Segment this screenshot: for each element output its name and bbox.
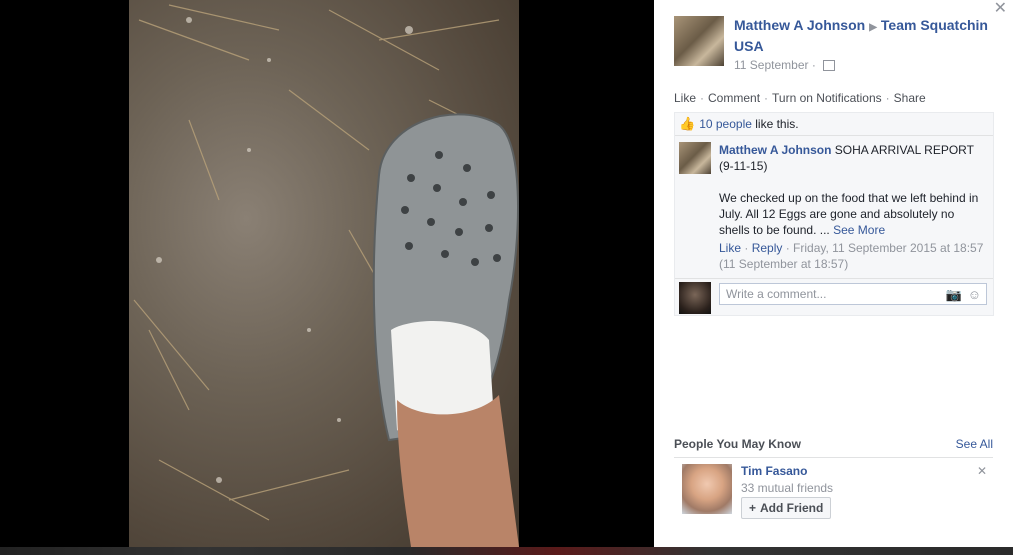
likes-suffix: like this.: [755, 117, 799, 131]
thumbs-up-icon: 👍: [679, 116, 696, 131]
dismiss-icon[interactable]: ✕: [977, 464, 987, 478]
person-name-link[interactable]: Tim Fasano: [741, 464, 807, 478]
author-name-link[interactable]: Matthew A Johnson: [734, 17, 865, 33]
likes-count-link[interactable]: 10 people: [699, 117, 752, 131]
post-header: Matthew A Johnson ▶ Team Squatchin USA 11 …: [674, 16, 994, 72]
feedback-box: 👍 10 people like this. Matthew A Johnson …: [674, 112, 994, 316]
post-date[interactable]: 11 September: [734, 58, 809, 72]
share-button[interactable]: Share: [894, 91, 926, 105]
write-comment-row: 📷☺: [675, 278, 993, 315]
see-more-link[interactable]: See More: [833, 223, 885, 237]
add-friend-button[interactable]: + Add Friend: [741, 497, 832, 519]
close-icon[interactable]: ✕: [994, 0, 1007, 18]
add-friend-icon: +: [749, 501, 757, 515]
pymk-header: People You May Know See All: [674, 437, 993, 458]
current-user-avatar: [679, 282, 711, 314]
notifications-button[interactable]: Turn on Notifications: [772, 91, 882, 105]
comment-item: Matthew A Johnson SOHA ARRIVAL REPORT (9…: [675, 136, 993, 272]
post-photo[interactable]: [129, 0, 519, 547]
audience-icon[interactable]: [823, 60, 836, 72]
people-you-may-know: People You May Know See All Tim Fasano 3…: [674, 437, 993, 534]
comment-like-link[interactable]: Like: [719, 241, 741, 255]
action-sep: ·: [764, 91, 769, 105]
action-sep: ·: [885, 91, 890, 105]
mutual-friends-link[interactable]: 33 mutual friends: [741, 481, 833, 495]
audience-sep: ·: [811, 58, 820, 72]
arrow-right-icon: ▶: [869, 22, 877, 33]
like-button[interactable]: Like: [674, 91, 696, 105]
comment-tools: 📷 ☺: [940, 287, 981, 303]
pymk-title: People You May Know: [674, 437, 801, 451]
comment-reply-link[interactable]: Reply: [752, 241, 783, 255]
author-avatar[interactable]: [674, 16, 724, 66]
comment-button[interactable]: Comment: [708, 91, 760, 105]
post-actions: Like · Comment · Turn on Notifications · Share: [674, 91, 926, 105]
commenter-name-link[interactable]: Matthew A Johnson: [719, 143, 831, 157]
likes-summary: 👍 10 people like this.: [675, 113, 993, 136]
comment-meta: Like · Reply · Friday, 11 September 2015…: [719, 241, 984, 271]
camera-icon[interactable]: 📷: [946, 287, 962, 302]
bottom-taskbar-strip: [0, 547, 1013, 555]
commenter-avatar[interactable]: [679, 142, 711, 174]
photo-viewer: [0, 0, 654, 547]
comment-text: We checked up on the food that we left b…: [719, 190, 987, 238]
pymk-person: Tim Fasano 33 mutual friends + Add Friend…: [674, 464, 993, 534]
action-sep: ·: [700, 91, 705, 105]
emoji-icon[interactable]: ☺: [968, 287, 981, 302]
see-all-link[interactable]: See All: [956, 437, 993, 451]
comment-body: Matthew A Johnson SOHA ARRIVAL REPORT (9…: [719, 142, 987, 272]
person-avatar[interactable]: [682, 464, 732, 514]
add-friend-label: Add Friend: [760, 501, 824, 515]
post-sidebar: ✕ Matthew A Johnson ▶ Team Squatchin USA 1…: [654, 0, 1013, 547]
